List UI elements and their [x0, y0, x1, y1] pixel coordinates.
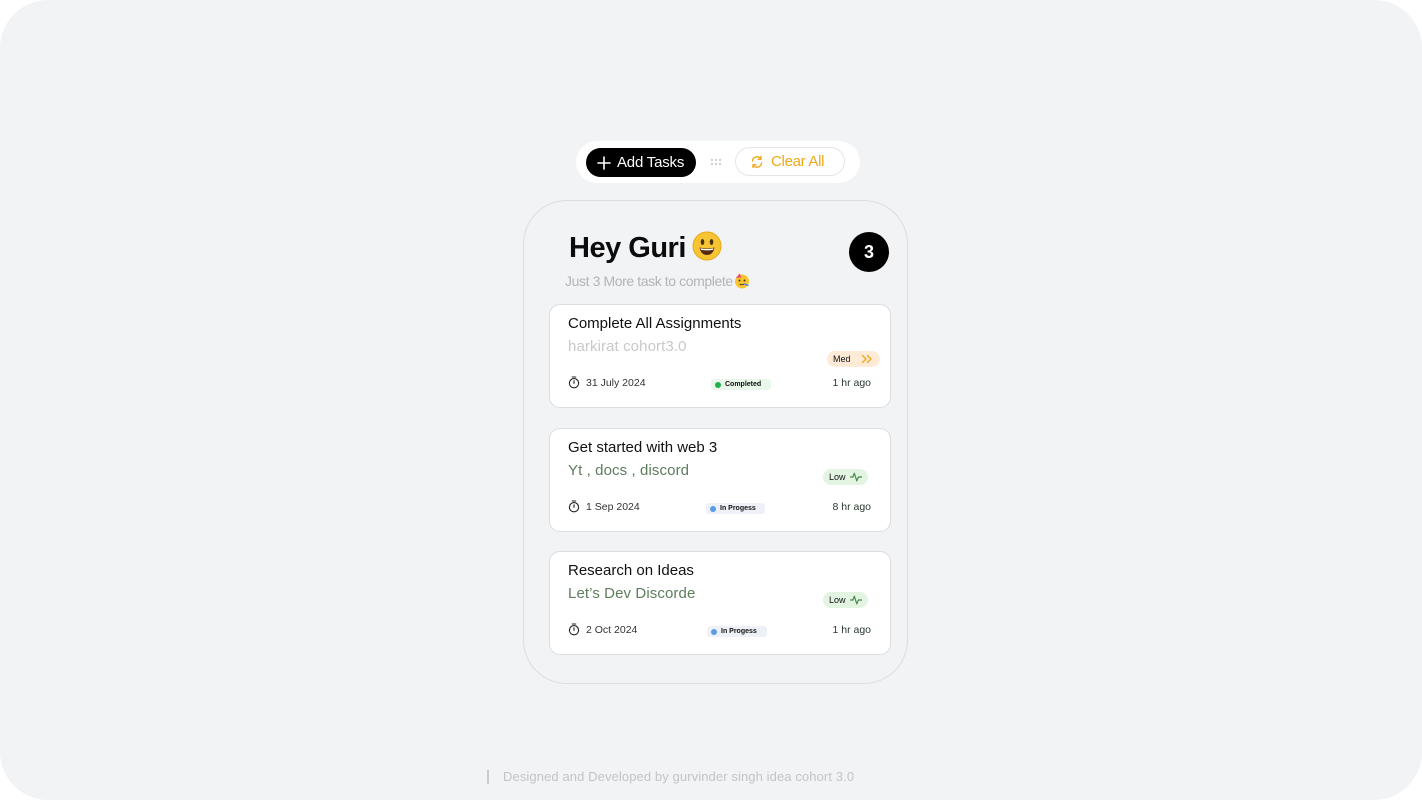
greeting-subtitle: Just 3 More task to complete [565, 273, 750, 290]
subtitle-text: Just 3 More task to complete [565, 273, 733, 289]
due-date: 31 July 2024 [568, 376, 646, 389]
status-dot [710, 505, 716, 512]
priority-badge[interactable]: Low [823, 469, 868, 485]
due-date-text: 2 Oct 2024 [586, 623, 638, 636]
status-label: In Progess [720, 505, 756, 512]
app-frame: Add Tasks Clear All Hey Guri Just 3 More… [0, 0, 1422, 800]
priority-label: Med [833, 354, 851, 364]
status-badge: In Progess [707, 626, 767, 637]
status-badge: In Progess [706, 503, 765, 514]
stopwatch-icon [568, 623, 580, 636]
task-title: Research on Ideas [568, 562, 694, 579]
priority-label: Low [829, 472, 846, 482]
stopwatch-icon [568, 500, 580, 513]
footer-credit: Designed and Developed by gurvinder sing… [487, 769, 854, 784]
refresh-icon [751, 155, 763, 168]
clear-all-label: Clear All [771, 153, 825, 170]
stopwatch-icon [568, 376, 580, 389]
time-ago: 1 hr ago [832, 624, 871, 636]
footer-divider [487, 769, 489, 784]
priority-label: Low [829, 595, 846, 605]
activity-icon [849, 595, 862, 605]
task-title: Get started with web 3 [568, 439, 718, 456]
clear-all-button[interactable]: Clear All [735, 147, 845, 176]
task-item[interactable]: Research on Ideas Let’s Dev Discorde Low… [549, 551, 891, 655]
time-ago: 8 hr ago [832, 501, 871, 513]
task-toolbar: Add Tasks Clear All [576, 141, 860, 183]
party-face-emoji-icon [734, 273, 749, 289]
status-label: In Progess [721, 628, 757, 635]
task-subtitle: Yt , docs , discord [568, 462, 690, 479]
task-subtitle: Let’s Dev Discorde [568, 585, 696, 602]
task-item[interactable]: Complete All Assignments harkirat cohort… [549, 304, 891, 408]
smiley-emoji-icon [692, 231, 722, 261]
footer-credit-text: Designed and Developed by gurvinder sing… [503, 769, 855, 784]
task-card: Hey Guri Just 3 More task to complete 3 … [523, 200, 908, 684]
add-tasks-label: Add Tasks [617, 154, 685, 171]
greeting-text: Hey Guri [569, 232, 686, 264]
add-tasks-button[interactable]: Add Tasks [586, 148, 696, 177]
status-badge: Completed [711, 379, 771, 390]
task-title: Complete All Assignments [568, 315, 742, 332]
status-dot [715, 381, 721, 388]
task-count-badge: 3 [849, 232, 889, 272]
priority-badge[interactable]: Low [823, 592, 868, 608]
greeting-heading: Hey Guri [569, 231, 722, 265]
task-item[interactable]: Get started with web 3 Yt , docs , disco… [549, 428, 891, 532]
status-label: Completed [725, 381, 762, 388]
priority-badge[interactable]: Med [827, 351, 880, 367]
due-date: 2 Oct 2024 [568, 623, 637, 636]
task-subtitle: harkirat cohort3.0 [568, 338, 687, 355]
due-date: 1 Sep 2024 [568, 500, 640, 513]
drag-handle-icon[interactable] [710, 158, 724, 168]
status-dot [711, 628, 717, 635]
time-ago: 1 hr ago [832, 377, 871, 389]
due-date-text: 1 Sep 2024 [586, 500, 640, 513]
activity-icon [849, 472, 862, 482]
double-chevron-right-icon [861, 354, 872, 364]
plus-icon [597, 155, 611, 170]
due-date-text: 31 July 2024 [586, 376, 646, 389]
